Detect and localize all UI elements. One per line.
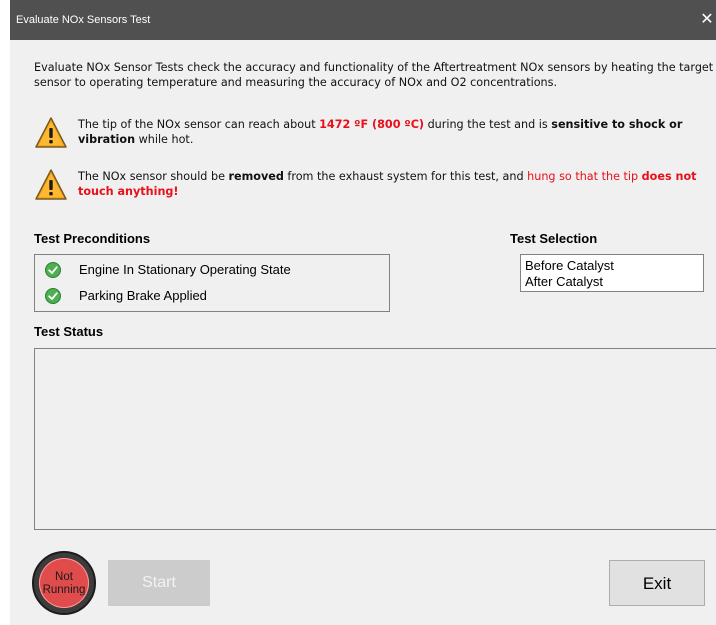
exit-button[interactable]: Exit	[609, 560, 705, 606]
preconditions-heading: Test Preconditions	[34, 231, 151, 246]
option-before-catalyst[interactable]: Before Catalyst	[525, 258, 614, 273]
start-button[interactable]: Start	[108, 560, 210, 606]
warning-icon	[35, 169, 67, 200]
title-bar[interactable]: Evaluate NOx Sensors Test ✕	[10, 0, 716, 40]
temperature-value: 1472 ºF (800 ºC)	[319, 118, 425, 131]
warning-temperature: The tip of the NOx sensor can reach abou…	[34, 116, 716, 158]
precondition-label: Parking Brake Applied	[79, 288, 207, 303]
running-status-indicator: Not Running	[32, 551, 96, 615]
check-icon	[45, 262, 61, 278]
status-light: Not Running	[39, 558, 89, 608]
warning-text: The tip of the NOx sensor can reach abou…	[78, 118, 320, 131]
warning-text: while hot.	[135, 133, 194, 146]
preconditions-panel: Engine In Stationary Operating State Par…	[34, 254, 390, 312]
test-selection-heading: Test Selection	[510, 231, 598, 246]
warning-text: during the test and is	[424, 118, 552, 131]
test-selection-list[interactable]: Before Catalyst After Catalyst	[520, 254, 704, 292]
precondition-item: Engine In Stationary Operating State	[45, 260, 375, 280]
precondition-label: Engine In Stationary Operating State	[79, 262, 291, 277]
test-status-panel	[34, 348, 716, 530]
status-line-1: Not	[55, 571, 73, 583]
check-icon	[45, 288, 61, 304]
test-status-heading: Test Status	[34, 324, 104, 339]
warning-emphasis: removed	[228, 170, 284, 183]
option-after-catalyst[interactable]: After Catalyst	[525, 274, 603, 289]
warning-icon	[35, 117, 67, 148]
intro-text: Evaluate NOx Sensor Tests check the accu…	[34, 61, 714, 89]
warning-text: from the exhaust system for this test, a…	[283, 170, 528, 183]
status-text: Not Running	[39, 571, 89, 597]
window-title: Evaluate NOx Sensors Test	[16, 14, 151, 26]
close-icon[interactable]: ✕	[698, 10, 716, 30]
warning-message: The tip of the NOx sensor can reach abou…	[78, 117, 716, 147]
warning-red-text: hung so that the tip	[527, 170, 642, 183]
status-line-2: Running	[42, 584, 86, 596]
precondition-item: Parking Brake Applied	[45, 286, 375, 306]
dialog-window: Evaluate NOx Sensors Test ✕ Evaluate NOx…	[10, 0, 716, 625]
warning-text: The NOx sensor should be	[78, 170, 229, 183]
warning-message: The NOx sensor should be removed from th…	[78, 169, 716, 199]
warning-removal: The NOx sensor should be removed from th…	[34, 168, 716, 210]
